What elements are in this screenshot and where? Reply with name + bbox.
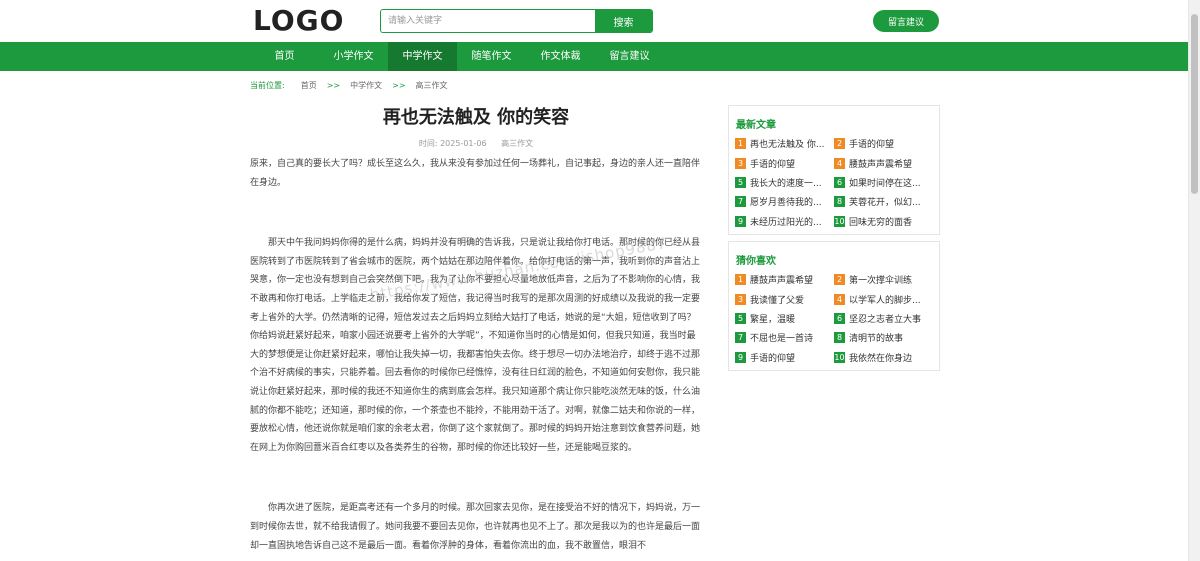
side-list-item-title: 愿岁月善待我的... — [750, 198, 822, 209]
rank-badge: 4 — [834, 293, 845, 305]
nav-middle-school-essays[interactable]: 中学作文 — [388, 42, 457, 71]
search-bar: 搜索 — [380, 9, 653, 33]
side-list-item[interactable]: 1 腰鼓声声震希望 — [735, 270, 834, 289]
article-title: 再也无法触及 你的笑容 — [382, 107, 570, 128]
rank-badge: 4 — [834, 157, 845, 169]
side-list-item[interactable]: 1 再也无法触及 你... — [735, 134, 834, 153]
breadcrumb-separator: >> — [392, 81, 406, 90]
article-paragraph: 你再次进了医院，是距高考还有一个多月的时候。那次回家去见你，是在接受治不好的情况… — [250, 503, 701, 551]
rank-badge: 9 — [735, 351, 746, 363]
side-list-item-title: 我读懂了父爱 — [750, 295, 805, 306]
side-list-item[interactable]: 6 坚忍之志者立大事 — [834, 309, 933, 328]
main-nav: 首页 小学作文 中学作文 随笔作文 作文体裁 留言建议 — [0, 42, 1188, 71]
side-list-item-title: 如果时间停在这... — [849, 178, 921, 189]
side-list-item-title: 清明节的故事 — [849, 334, 904, 345]
breadcrumb-subcategory[interactable]: 高三作文 — [416, 80, 448, 92]
side-list-item-title: 以学军人的脚步... — [849, 295, 921, 306]
nav-informal-essays[interactable]: 随笔作文 — [457, 42, 526, 71]
site-logo[interactable]: LOGO — [253, 6, 343, 36]
side-list-item-title: 回味无穷的面香 — [849, 217, 913, 228]
article-date: 时间: 2025-01-06 — [418, 139, 487, 148]
breadcrumb-separator: >> — [326, 81, 341, 90]
rank-badge: 1 — [735, 274, 746, 286]
side-list-item[interactable]: 7 愿岁月善待我的... — [735, 192, 834, 211]
article-paragraph: 原来，自己真的要长大了吗？成长至这么久，我从来没有参加过任何一场葬礼，自记事起，… — [250, 159, 701, 188]
breadcrumb-label: 当前位置: — [250, 81, 285, 90]
side-list-item[interactable]: 6 如果时间停在这... — [834, 173, 933, 192]
nav-essay-genres[interactable]: 作文体裁 — [526, 42, 595, 71]
side-list-item[interactable]: 5 繁星，温暖 — [735, 309, 834, 328]
side-list-item[interactable]: 10 我依然在你身边 — [834, 348, 933, 367]
rank-badge: 8 — [834, 332, 845, 344]
rank-badge: 2 — [834, 274, 845, 286]
rank-badge: 9 — [735, 215, 746, 227]
rank-badge: 6 — [834, 312, 845, 324]
side-list-item[interactable]: 4 以学军人的脚步... — [834, 289, 933, 308]
rank-badge: 5 — [735, 176, 746, 188]
rank-badge: 10 — [834, 351, 845, 363]
side-list-item-title: 再也无法触及 你... — [750, 140, 825, 151]
rank-badge: 10 — [834, 215, 845, 227]
scrollbar-thumb[interactable] — [1191, 14, 1198, 194]
side-list-item[interactable]: 7 不屈也是一首诗 — [735, 328, 834, 347]
search-button[interactable]: 搜索 — [595, 10, 652, 32]
search-input[interactable] — [381, 10, 595, 32]
article-meta: 时间: 2025-01-06 高三作文 — [250, 138, 702, 150]
side-list-item[interactable]: 5 我长大的速度一... — [735, 173, 834, 192]
latest-articles-title: 最新文章 — [736, 120, 776, 131]
message-button[interactable]: 留言建议 — [873, 10, 939, 32]
rank-badge: 7 — [735, 332, 746, 344]
rank-badge: 1 — [735, 138, 746, 150]
page-scrollbar[interactable] — [1188, 0, 1200, 561]
rank-badge: 3 — [735, 293, 746, 305]
side-list-item[interactable]: 4 腰鼓声声震希望 — [834, 153, 933, 172]
side-list-item[interactable]: 8 芙蓉花开，似幻... — [834, 192, 933, 211]
side-list-item-title: 手语的仰望 — [849, 140, 895, 151]
breadcrumb: 当前位置: 首页 >> 中学作文 >> 高三作文 — [250, 80, 448, 92]
side-list-item[interactable]: 2 第一次撑伞训练 — [834, 270, 933, 289]
rank-badge: 5 — [735, 312, 746, 324]
side-list-item-title: 不屈也是一首诗 — [750, 334, 814, 345]
side-list-item-title: 手语的仰望 — [750, 353, 796, 364]
breadcrumb-category[interactable]: 中学作文 — [350, 80, 382, 92]
article-category[interactable]: 高三作文 — [501, 139, 533, 148]
side-list-item-title: 繁星，温暖 — [750, 314, 796, 325]
side-list-item-title: 第一次撑伞训练 — [849, 276, 913, 287]
side-list-item-title: 未经历过阳光的... — [750, 217, 822, 228]
rank-badge: 8 — [834, 196, 845, 208]
side-list-item-title: 芙蓉花开，似幻... — [849, 198, 921, 209]
recommended-panel: 猜你喜欢 1 腰鼓声声震希望 2 第一次撑伞训练 3 我读懂了父爱 4 以学军人的脚步... 5… — [728, 241, 940, 371]
rank-badge: 3 — [735, 157, 746, 169]
side-list-item-title: 我长大的速度一... — [750, 178, 822, 189]
side-list-item[interactable]: 10 回味无穷的面香 — [834, 212, 933, 231]
nav-home[interactable]: 首页 — [250, 42, 319, 71]
side-list-item-title: 手语的仰望 — [750, 159, 796, 170]
side-list-item-title: 腰鼓声声震希望 — [750, 276, 814, 287]
side-list-item[interactable]: 8 清明节的故事 — [834, 328, 933, 347]
recommended-title: 猜你喜欢 — [736, 256, 776, 267]
rank-badge: 7 — [735, 196, 746, 208]
side-list-item[interactable]: 2 手语的仰望 — [834, 134, 933, 153]
side-list-item[interactable]: 9 未经历过阳光的... — [735, 212, 834, 231]
latest-articles-panel: 最新文章 1 再也无法触及 你... 2 手语的仰望 3 手语的仰望 4 腰鼓声声震希望 5 我长… — [728, 105, 940, 235]
side-list-item[interactable]: 3 我读懂了父爱 — [735, 289, 834, 308]
side-list-item-title: 坚忍之志者立大事 — [849, 314, 922, 325]
side-list-item-title: 腰鼓声声震希望 — [849, 159, 913, 170]
nav-feedback[interactable]: 留言建议 — [595, 42, 664, 71]
side-list-item[interactable]: 3 手语的仰望 — [735, 153, 834, 172]
breadcrumb-home[interactable]: 首页 — [301, 80, 317, 92]
rank-badge: 6 — [834, 176, 845, 188]
article: 再也无法触及 你的笑容 时间: 2025-01-06 高三作文 原来，自己真的要… — [250, 100, 702, 555]
site-header: LOGO 搜索 留言建议 — [0, 0, 1188, 42]
side-list-item-title: 我依然在你身边 — [849, 353, 913, 364]
rank-badge: 2 — [834, 138, 845, 150]
side-list-item[interactable]: 9 手语的仰望 — [735, 348, 834, 367]
nav-primary-essays[interactable]: 小学作文 — [319, 42, 388, 71]
